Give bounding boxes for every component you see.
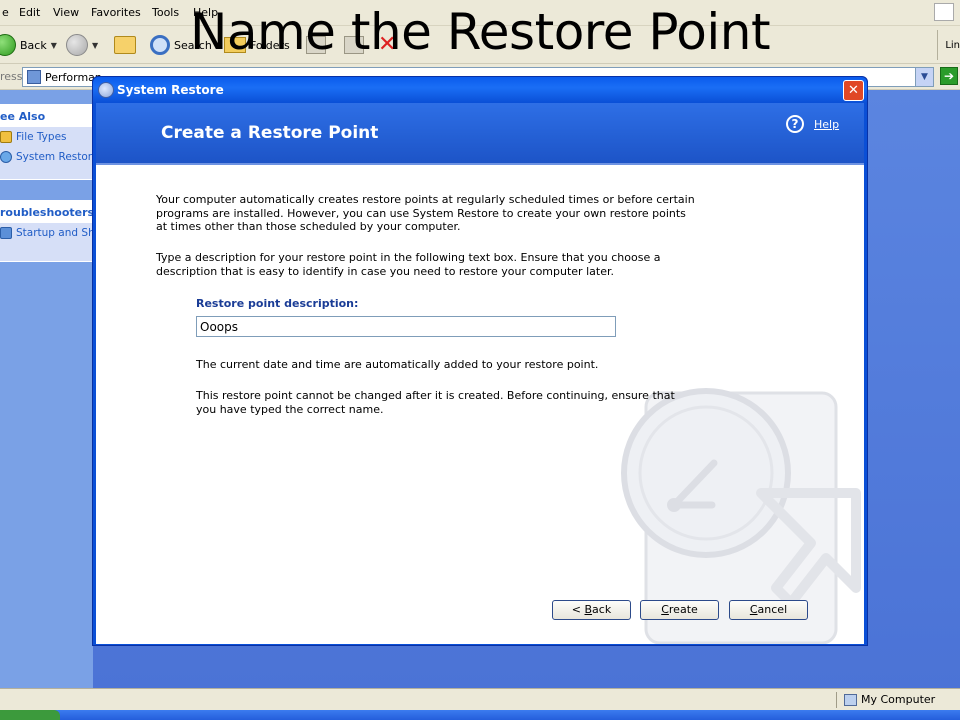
see-also-panel: ee Also File Types System Restore [0, 104, 93, 180]
system-restore-icon [0, 151, 12, 163]
start-button[interactable] [0, 710, 60, 720]
task-pane: ee Also File Types System Restore rouble… [0, 90, 94, 690]
create-accel: C [661, 603, 669, 616]
back-rest: ack [592, 603, 612, 616]
cancel-accel: C [749, 603, 758, 616]
address-label: ress [0, 70, 23, 83]
file-types-label: File Types [16, 131, 67, 143]
datetime-note: The current date and time are automatica… [196, 358, 599, 371]
file-types-icon [0, 131, 12, 143]
help-question-icon [0, 227, 12, 239]
system-restore-icon [98, 82, 114, 98]
create-rest: reate [668, 603, 698, 616]
system-restore-link[interactable]: System Restore [0, 147, 92, 167]
status-separator [836, 692, 837, 708]
warning-note: This restore point cannot be changed aft… [196, 389, 675, 416]
dialog-client: Create a Restore Point ? Help Your compu… [96, 103, 864, 644]
instruction-text: Type a description for your restore poin… [156, 251, 661, 278]
troubleshooters-panel: roubleshooters Startup and Shu [0, 200, 94, 262]
intro-text: Your computer automatically creates rest… [156, 193, 695, 233]
status-zone-label: My Computer [861, 693, 936, 706]
back-button[interactable]: < Back [552, 600, 631, 620]
system-restore-label: System Restore [16, 151, 92, 163]
cancel-button[interactable]: Cancel [729, 600, 808, 620]
performance-folder-icon [27, 70, 41, 84]
dialog-banner: Create a Restore Point ? Help [96, 103, 864, 165]
dialog-title: System Restore [117, 83, 224, 97]
description-field-label: Restore point description: [196, 297, 359, 310]
see-also-heading[interactable]: ee Also [0, 105, 92, 127]
back-accel: B [584, 603, 593, 616]
back-prefix: < [571, 603, 585, 616]
status-zone: My Computer [844, 693, 935, 706]
restore-point-description-input[interactable] [196, 316, 616, 337]
startup-shutdown-label: Startup and Shu [16, 227, 92, 239]
help-link-group[interactable]: ? Help [786, 115, 839, 133]
system-restore-dialog: System Restore ✕ Create a Restore Point … [92, 76, 868, 646]
banner-title: Create a Restore Point [161, 123, 379, 143]
help-question-icon[interactable]: ? [786, 115, 804, 133]
startup-shutdown-link[interactable]: Startup and Shu [0, 223, 92, 243]
close-button[interactable]: ✕ [843, 80, 864, 101]
troubleshooters-heading[interactable]: roubleshooters [0, 201, 94, 223]
go-button[interactable]: ➔ [940, 67, 958, 85]
create-button[interactable]: Create [640, 600, 719, 620]
file-types-link[interactable]: File Types [0, 127, 92, 147]
my-computer-icon [844, 693, 857, 706]
chevron-down-icon[interactable]: ▼ [915, 68, 933, 86]
status-bar: My Computer [0, 688, 960, 710]
taskbar [0, 710, 960, 720]
slide-title: Name the Restore Point [189, 3, 771, 61]
cancel-rest: ancel [757, 603, 788, 616]
help-link[interactable]: Help [814, 118, 839, 131]
dialog-titlebar[interactable]: System Restore ✕ [93, 77, 867, 103]
